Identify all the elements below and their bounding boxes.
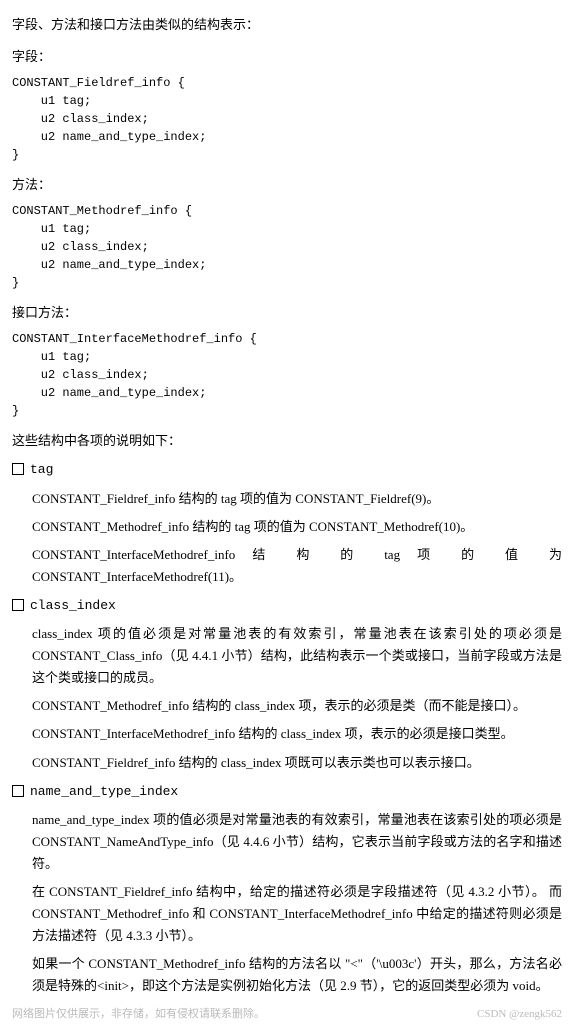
footer-right: CSDN @zengk562 xyxy=(477,1005,562,1024)
tag-p1: CONSTANT_Fieldref_info 结构的 tag 项的值为 CONS… xyxy=(32,488,562,510)
bullet-nati: name_and_type_index xyxy=(12,780,562,803)
bullet-marker-icon xyxy=(12,599,24,611)
method-label: 方法： xyxy=(12,174,562,196)
field-label: 字段： xyxy=(12,46,562,68)
class-index-p3: CONSTANT_InterfaceMethodref_info 结构的 cla… xyxy=(32,723,562,745)
footer-left: 网络图片仅供展示，非存储，如有侵权请联系删除。 xyxy=(12,1008,265,1020)
iface-code-block: CONSTANT_InterfaceMethodref_info { u1 ta… xyxy=(12,330,562,420)
bullet-nati-content: name_and_type_index 项的值必须是对常量池表的有效索引，常量池… xyxy=(32,809,562,998)
bullet-tag-content: CONSTANT_Fieldref_info 结构的 tag 项的值为 CONS… xyxy=(32,488,562,588)
field-code-block: CONSTANT_Fieldref_info { u1 tag; u2 clas… xyxy=(12,74,562,164)
method-code-block: CONSTANT_Methodref_info { u1 tag; u2 cla… xyxy=(12,202,562,292)
class-index-p2: CONSTANT_Methodref_info 结构的 class_index … xyxy=(32,695,562,717)
explain-intro: 这些结构中各项的说明如下： xyxy=(12,430,562,452)
bullet-tag-label: tag xyxy=(30,462,53,477)
bullet-marker-icon xyxy=(12,785,24,797)
bullet-class-index-content: class_index 项的值必须是对常量池表的有效索引，常量池表在该索引处的项… xyxy=(32,623,562,774)
footer: 网络图片仅供展示，非存储，如有侵权请联系删除。 CSDN @zengk562 xyxy=(12,1005,562,1024)
class-index-p1: class_index 项的值必须是对常量池表的有效索引，常量池表在该索引处的项… xyxy=(32,623,562,689)
nati-p3: 如果一个 CONSTANT_Methodref_info 结构的方法名以 "<"… xyxy=(32,953,562,997)
tag-p2: CONSTANT_Methodref_info 结构的 tag 项的值为 CON… xyxy=(32,516,562,538)
bullet-marker-icon xyxy=(12,463,24,475)
intro-text: 字段、方法和接口方法由类似的结构表示： xyxy=(12,14,562,36)
class-index-p4: CONSTANT_Fieldref_info 结构的 class_index 项… xyxy=(32,752,562,774)
bullet-class-index-label: class_index xyxy=(30,598,116,613)
bullet-nati-label: name_and_type_index xyxy=(30,784,178,799)
tag-p3: CONSTANT_InterfaceMethodref_info 结 构 的 t… xyxy=(32,544,562,588)
bullet-class-index: class_index xyxy=(12,594,562,617)
bullet-tag: tag xyxy=(12,458,562,481)
iface-label: 接口方法： xyxy=(12,302,562,324)
nati-p2: 在 CONSTANT_Fieldref_info 结构中，给定的描述符必须是字段… xyxy=(32,881,562,947)
nati-p1: name_and_type_index 项的值必须是对常量池表的有效索引，常量池… xyxy=(32,809,562,875)
